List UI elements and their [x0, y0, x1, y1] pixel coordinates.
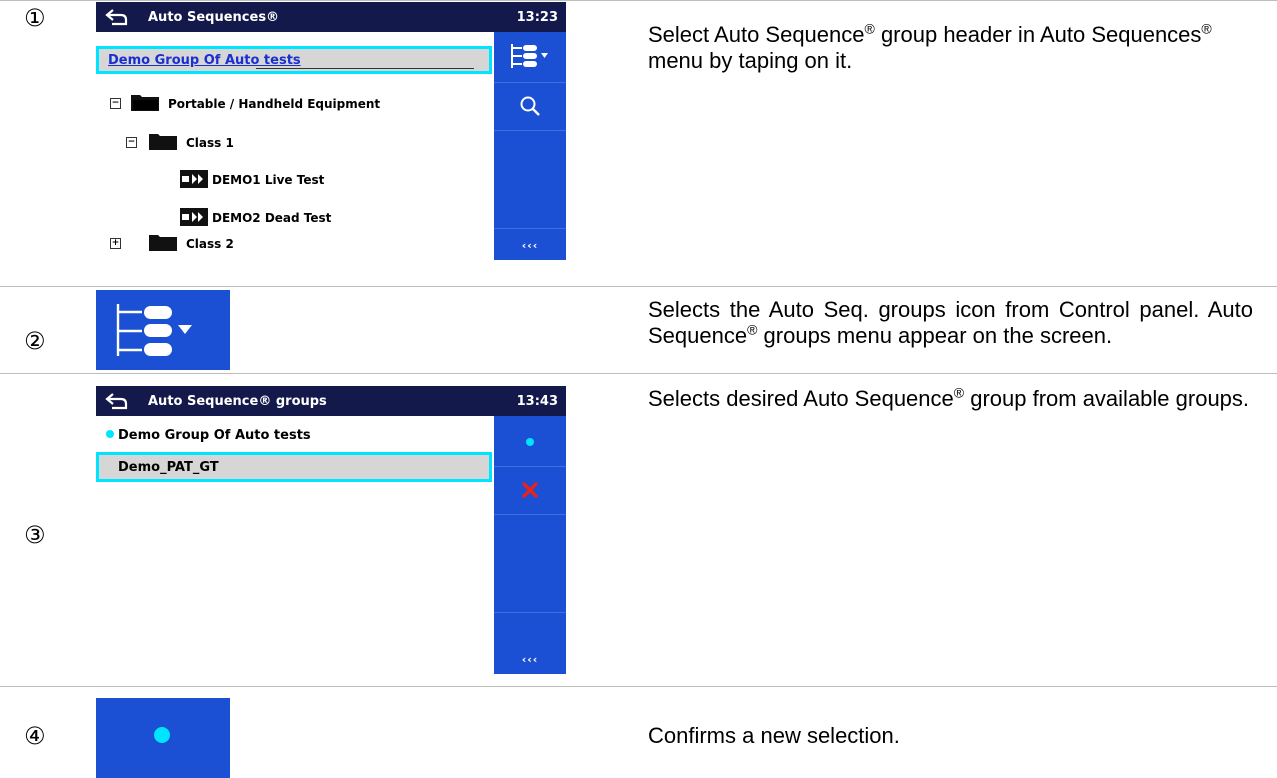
clock-time: 13:23 [516, 10, 558, 25]
search-icon[interactable] [518, 94, 542, 118]
confirm-button-large [96, 698, 230, 778]
title-bar: Auto Sequence® groups 13:43 [96, 386, 566, 416]
row-divider [0, 0, 1277, 1]
tree-item-label: Portable / Handheld Equipment [168, 97, 381, 111]
folder-icon [149, 134, 177, 150]
delete-x-icon[interactable] [522, 482, 538, 498]
panel-divider [494, 514, 566, 515]
control-panel: ‹‹‹ [494, 32, 566, 260]
panel-divider [494, 466, 566, 467]
confirm-dot-icon [154, 727, 170, 743]
groups-menu-icon-large [96, 290, 230, 370]
screen-title: Auto Sequences® [148, 10, 280, 25]
auto-sequence-icon [180, 208, 208, 226]
tree-item-label: Class 2 [186, 237, 234, 251]
collapse-toggle[interactable]: − [110, 98, 121, 109]
tree-item-label: DEMO1 Live Test [212, 173, 325, 187]
back-arrow-icon[interactable] [104, 390, 128, 412]
step-3-description: Selects desired Auto Sequence® group fro… [648, 384, 1250, 411]
step-4-description: Confirms a new selection. [648, 723, 900, 748]
row-divider [0, 286, 1277, 287]
panel-divider [494, 82, 566, 83]
group-header-selected[interactable]: Demo Group Of Auto tests [96, 46, 492, 74]
back-arrow-icon[interactable] [104, 6, 128, 28]
row-divider [0, 373, 1277, 374]
panel-divider [494, 130, 566, 131]
step-2-description: Selects the Auto Seq. groups icon from C… [648, 297, 1253, 348]
step-1-description: Select Auto Sequence® group header in Au… [648, 20, 1212, 73]
collapse-toggle[interactable]: − [126, 137, 137, 148]
group-item-active[interactable]: Demo Group Of Auto tests [96, 420, 492, 450]
step-number-2: ② [24, 327, 46, 355]
auto-sequences-screen: Auto Sequences® 13:23 Demo Group Of Auto… [96, 2, 566, 260]
auto-sequence-groups-screen: Auto Sequence® groups 13:43 Demo Group O… [96, 386, 566, 674]
group-item-label: Demo_PAT_GT [118, 460, 219, 475]
step-number-1: ① [24, 4, 46, 32]
step-number-4: ④ [24, 722, 46, 750]
title-bar: Auto Sequences® 13:23 [96, 2, 566, 32]
folder-icon [149, 235, 177, 251]
folder-icon [131, 95, 159, 111]
panel-divider [494, 228, 566, 229]
confirm-dot-icon[interactable] [526, 438, 534, 446]
screen-title: Auto Sequence® groups [148, 394, 327, 409]
tree-item-label: Class 1 [186, 136, 234, 150]
group-item-selected[interactable]: Demo_PAT_GT [96, 452, 492, 482]
more-options-button[interactable]: ‹‹‹ [494, 653, 566, 666]
tree-item-label: DEMO2 Dead Test [212, 211, 332, 225]
auto-sequence-icon [180, 170, 208, 188]
group-header-label: Demo Group Of Auto tests [108, 53, 301, 68]
clock-time: 13:43 [516, 394, 558, 409]
more-options-button[interactable]: ‹‹‹ [494, 239, 566, 252]
row-divider [0, 686, 1277, 687]
groups-menu-icon [116, 304, 192, 356]
control-panel: ‹‹‹ [494, 416, 566, 674]
panel-divider [494, 612, 566, 613]
step-number-3: ③ [24, 521, 46, 549]
active-dot-icon [106, 430, 114, 438]
group-item-label: Demo Group Of Auto tests [118, 428, 311, 443]
underline [256, 68, 474, 69]
expand-toggle[interactable]: + [110, 238, 121, 249]
groups-menu-icon[interactable] [508, 42, 552, 70]
